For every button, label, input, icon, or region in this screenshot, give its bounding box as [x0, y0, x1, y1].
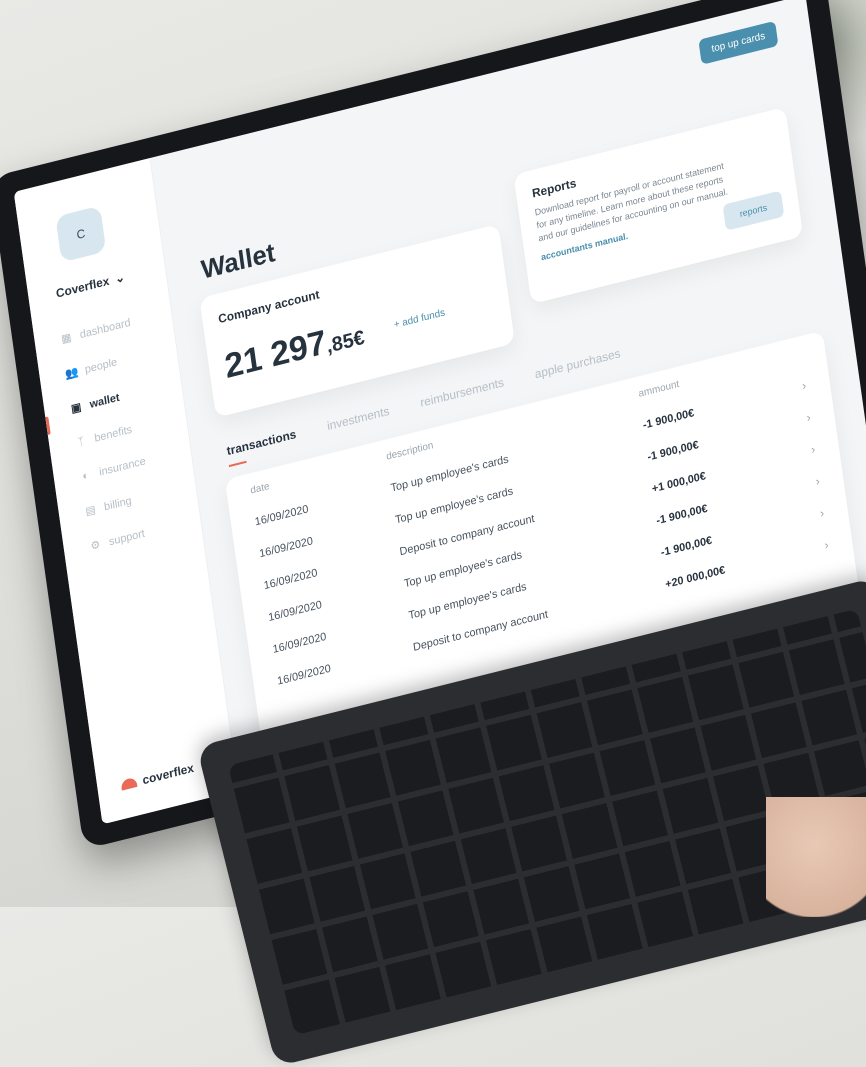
sidebar-item-dashboard[interactable]: ▦ dashboard — [60, 316, 132, 346]
sidebar-item-label: billing — [103, 494, 133, 514]
sidebar-item-label: people — [84, 355, 118, 376]
hand — [766, 797, 866, 917]
row-amount: +20 000,00€ — [664, 564, 726, 592]
sidebar-item-support[interactable]: ⚙ support — [89, 523, 161, 553]
sidebar-item-benefits[interactable]: ᛉ benefits — [74, 420, 146, 449]
chevron-right-icon: › — [810, 441, 817, 457]
chevron-right-icon: › — [814, 473, 821, 489]
sidebar-nav: ▦ dashboard 👥 people ▣ wallet ᛉ benefits… — [60, 316, 161, 553]
sidebar-item-billing[interactable]: ▤ billing — [84, 488, 156, 518]
people-icon: 👥 — [64, 365, 80, 381]
brand-name: coverflex — [141, 760, 195, 788]
shield-icon: ◐ — [81, 469, 90, 483]
chevron-right-icon: › — [819, 505, 825, 521]
chevron-right-icon: › — [823, 537, 830, 553]
account-label: Company account — [217, 287, 321, 327]
company-switcher[interactable]: Coverflex ⌄ — [55, 270, 126, 301]
account-balance: 21 297,85€ — [222, 314, 366, 387]
sidebar-item-wallet[interactable]: ▣ wallet — [69, 385, 141, 415]
coverflex-logo-icon — [120, 776, 138, 791]
brand-logo[interactable]: coverflex — [120, 760, 195, 793]
top-up-cards-button[interactable]: top up cards — [698, 20, 779, 65]
chevron-right-icon: › — [801, 378, 808, 394]
reports-card: Reports Download report for payroll or a… — [513, 106, 804, 305]
sidebar-item-people[interactable]: 👥 people — [65, 351, 137, 381]
chevron-down-icon: ⌄ — [114, 269, 126, 287]
sidebar-item-label: insurance — [98, 455, 147, 479]
company-name: Coverflex — [55, 273, 111, 301]
wallet-icon: ▣ — [70, 401, 83, 416]
sprout-icon: ᛉ — [76, 435, 86, 449]
sidebar-item-label: support — [108, 527, 146, 548]
chevron-right-icon: › — [805, 409, 812, 425]
company-avatar[interactable]: C — [55, 205, 107, 263]
grid-icon: ▦ — [60, 331, 73, 346]
tab-apple-purchases[interactable]: apple purchases — [534, 346, 621, 381]
sidebar-item-label: wallet — [88, 391, 121, 411]
doc-icon: ▤ — [84, 503, 97, 519]
avatar-initial: C — [75, 226, 87, 243]
sidebar-item-label: dashboard — [79, 316, 132, 341]
balance-decimal: ,85€ — [325, 326, 367, 358]
tab-reimbursements[interactable]: reimbursements — [419, 375, 504, 410]
sidebar-item-label: benefits — [93, 423, 133, 445]
balance-integer: 21 297 — [222, 323, 329, 387]
page-title: Wallet — [199, 236, 277, 285]
sidebar-item-insurance[interactable]: ◐ insurance — [79, 454, 151, 483]
tab-transactions[interactable]: transactions — [226, 427, 297, 458]
reports-description: Download report for payroll or account s… — [534, 160, 729, 244]
add-funds-link[interactable]: + add funds — [393, 307, 446, 331]
gear-icon: ⚙ — [89, 538, 102, 553]
tab-investments[interactable]: investments — [326, 404, 390, 433]
